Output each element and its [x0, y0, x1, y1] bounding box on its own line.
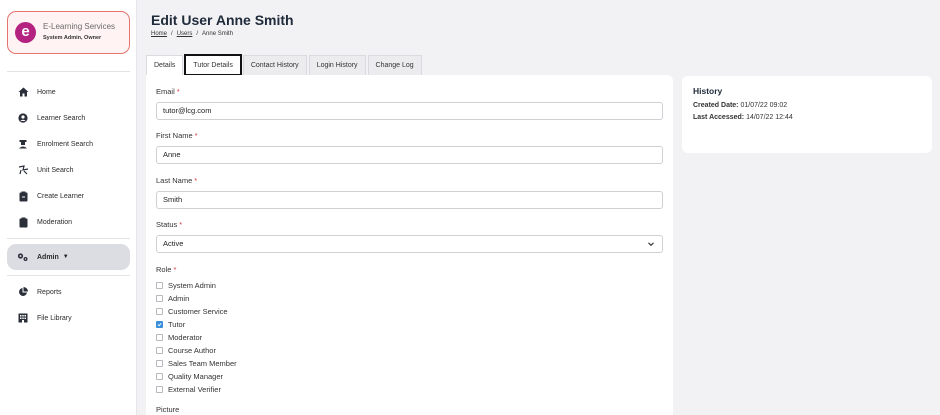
building-icon: [17, 312, 29, 324]
role-option-label: Customer Service: [168, 306, 228, 316]
last-name-field[interactable]: Smith: [156, 191, 663, 209]
nav-item-home[interactable]: Home: [7, 82, 130, 102]
role-option-label: Sales Team Member: [168, 358, 237, 368]
status-selected-value: Active: [163, 239, 184, 248]
org-role: System Admin, Owner: [43, 35, 102, 41]
email-label: Email *: [156, 87, 180, 96]
checkbox[interactable]: [156, 307, 163, 315]
breadcrumb: Home / Users / Anne Smith: [151, 31, 233, 37]
cogs-icon: [17, 251, 29, 263]
org-logo: e: [15, 22, 36, 43]
nav-item-reports[interactable]: Reports: [7, 282, 130, 302]
nav-item-learner-search[interactable]: Learner Search: [7, 108, 130, 128]
graduation-cap-icon: [17, 138, 29, 150]
checkbox-checked[interactable]: [156, 320, 163, 328]
nav-item-moderation[interactable]: Moderation: [7, 212, 130, 232]
checkbox[interactable]: [156, 359, 163, 367]
nav-item-label: File Library: [37, 314, 72, 322]
last-accessed-row: Last Accessed: 14/07/22 12:44: [693, 114, 793, 121]
tab-bar: Details Tutor Details Contact History Lo…: [146, 54, 424, 76]
nav-item-admin[interactable]: Admin ▼: [7, 244, 130, 270]
tab-login-history[interactable]: Login History: [308, 55, 366, 75]
caret-down-icon: ▼: [62, 254, 69, 260]
checkbox[interactable]: [156, 294, 163, 302]
breadcrumb-users-link[interactable]: Users: [177, 31, 193, 37]
checkbox[interactable]: [156, 346, 163, 354]
home-icon: [17, 86, 29, 98]
nav-item-enrolment-search[interactable]: Enrolment Search: [7, 134, 130, 154]
chevron-down-icon: [646, 239, 656, 249]
checkbox[interactable]: [156, 385, 163, 393]
role-checkbox-sales-team-member[interactable]: Sales Team Member: [156, 357, 237, 369]
tab-tutor-details[interactable]: Tutor Details: [184, 54, 242, 76]
breadcrumb-separator: /: [171, 31, 173, 37]
role-option-label: System Admin: [168, 280, 216, 290]
last-accessed-value: 14/07/22 12:44: [746, 114, 793, 121]
role-option-label: Admin: [168, 293, 190, 303]
role-option-label: Moderator: [168, 332, 203, 342]
role-label: Role *: [156, 265, 177, 274]
tab-change-log[interactable]: Change Log: [367, 55, 422, 75]
history-title: History: [693, 86, 723, 96]
breadcrumb-home-link[interactable]: Home: [151, 31, 167, 37]
org-name: E-Learning Services: [43, 22, 116, 31]
breadcrumb-separator: /: [196, 31, 199, 37]
sidebar: e E-Learning Services System Admin, Owne…: [0, 0, 137, 415]
nav-item-label: Admin: [37, 253, 59, 261]
role-option-label: Tutor: [168, 319, 186, 329]
role-checkbox-tutor[interactable]: Tutor: [156, 318, 185, 330]
nav-item-label: Learner Search: [37, 114, 86, 122]
divider: [7, 275, 130, 276]
checkbox[interactable]: [156, 281, 163, 289]
pie-chart-icon: [17, 286, 29, 298]
created-date-row: Created Date: 01/07/22 09:02: [693, 102, 787, 109]
role-checkbox-course-author[interactable]: Course Author: [156, 344, 216, 356]
tab-contact-history[interactable]: Contact History: [242, 55, 307, 75]
check-icon: [157, 322, 162, 326]
unit-icon: [17, 164, 29, 176]
role-checkbox-admin[interactable]: Admin: [156, 292, 189, 304]
status-select[interactable]: Active: [156, 235, 663, 253]
status-label: Status *: [156, 220, 183, 229]
nav-item-file-library[interactable]: File Library: [7, 308, 130, 328]
role-checkbox-moderator[interactable]: Moderator: [156, 331, 202, 343]
role-checkbox-external-verifier[interactable]: External Verifier: [156, 383, 221, 395]
role-option-label: Course Author: [168, 345, 216, 355]
role-option-label: Quality Manager: [168, 371, 224, 381]
divider: [7, 71, 130, 72]
role-checkbox-quality-manager[interactable]: Quality Manager: [156, 370, 223, 382]
page-title: Edit User Anne Smith: [151, 12, 294, 28]
role-checkbox-customer-service[interactable]: Customer Service: [156, 305, 228, 317]
divider: [7, 238, 130, 239]
last-accessed-label: Last Accessed:: [693, 114, 745, 121]
role-option-label: External Verifier: [168, 384, 221, 394]
tab-details[interactable]: Details: [146, 55, 184, 75]
nav-item-label: Unit Search: [37, 166, 74, 174]
history-panel: History Created Date: 01/07/22 09:02 Las…: [682, 76, 932, 153]
clipboard-plus-icon: [17, 190, 29, 202]
clipboard-icon: [17, 216, 29, 228]
role-checkbox-system-admin[interactable]: System Admin: [156, 279, 216, 291]
first-name-label: First Name *: [156, 131, 198, 140]
created-date-value: 01/07/22 09:02: [740, 102, 788, 109]
picture-label: Picture: [156, 405, 180, 414]
nav-item-create-learner[interactable]: Create Learner: [7, 186, 130, 206]
first-name-field[interactable]: Anne: [156, 146, 663, 164]
email-field[interactable]: tutor@lcg.com: [156, 102, 663, 120]
last-name-label: Last Name *: [156, 176, 198, 185]
user-details-form: Email * tutor@lcg.com First Name * Anne La…: [146, 75, 673, 415]
user-circle-icon: [17, 112, 29, 124]
nav-item-unit-search[interactable]: Unit Search: [7, 160, 130, 180]
nav-item-label: Reports: [37, 288, 62, 296]
breadcrumb-current: Anne Smith: [202, 31, 234, 37]
nav-item-label: Enrolment Search: [37, 140, 94, 148]
nav-item-label: Moderation: [37, 218, 73, 226]
nav-item-label: Create Learner: [37, 192, 85, 200]
checkbox[interactable]: [156, 333, 163, 341]
created-date-label: Created Date:: [693, 102, 739, 109]
org-switcher[interactable]: e E-Learning Services System Admin, Owne…: [7, 11, 130, 54]
checkbox[interactable]: [156, 372, 163, 380]
nav-item-label: Home: [37, 88, 56, 96]
